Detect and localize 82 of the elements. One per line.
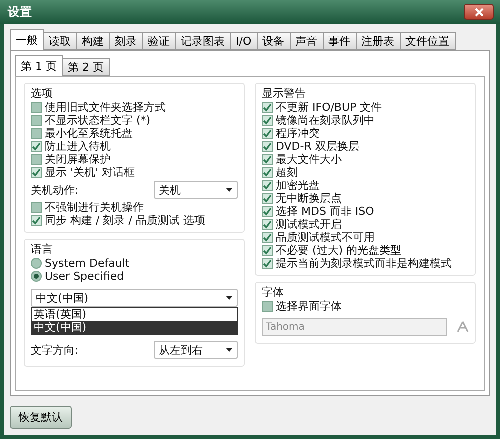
checkbox-label: 最小化至系统托盘 <box>45 126 133 141</box>
caret-icon <box>226 296 233 300</box>
close-icon <box>474 8 484 16</box>
checkbox-label: 提示当前为刻录模式而非是构建模式 <box>276 256 452 271</box>
tab[interactable]: 验证 <box>142 32 176 50</box>
field-label: 关机动作: <box>31 182 79 198</box>
close-button[interactable] <box>464 4 494 20</box>
direction-dropdown[interactable]: 从左到右 <box>154 341 238 359</box>
caret-icon <box>226 348 233 352</box>
checkbox[interactable] <box>262 154 273 165</box>
tab[interactable]: 第 2 页 <box>62 58 110 76</box>
language-dropdown[interactable]: 中文(中国) <box>31 289 238 307</box>
checkbox-label: 防止进入待机 <box>45 139 111 154</box>
checkbox-label: 选择 MDS 而非 ISO <box>276 204 374 218</box>
checkbox-label: 品质测试模式不可用 <box>276 230 375 244</box>
checkbox[interactable] <box>262 245 273 256</box>
field-label: 文字方向: <box>31 342 79 358</box>
tab[interactable]: 注册表 <box>356 32 401 50</box>
checkbox-label: 加密光盘 <box>276 178 320 193</box>
checkbox[interactable] <box>262 180 273 191</box>
checkbox-label: 使用旧式文件夹选择方式 <box>45 100 166 114</box>
checkbox-label: 不必要 (过大) 的光盘类型 <box>276 243 402 258</box>
tab[interactable]: 刻录 <box>109 32 143 50</box>
tab[interactable]: 事件 <box>322 32 357 50</box>
radio-label: User Specified <box>45 270 124 283</box>
radio-button[interactable] <box>31 258 42 269</box>
checkbox-label: 同步 构建 / 刻录 / 品质测试 选项 <box>45 213 206 228</box>
checkbox[interactable] <box>31 128 42 139</box>
checkbox-label: 关闭屏幕保护 <box>45 152 111 166</box>
checkbox[interactable] <box>31 202 42 213</box>
checkbox-label: 程序冲突 <box>276 126 320 141</box>
restore-defaults-button[interactable]: 恢复默认 <box>10 406 72 429</box>
checkbox-label: 不强制进行关机操作 <box>45 200 144 214</box>
tab[interactable]: 设备 <box>256 32 291 50</box>
checkbox-label: 选择界面字体 <box>276 299 342 314</box>
group-title: 语言 <box>31 242 54 257</box>
radio-label: System Default <box>45 257 130 270</box>
tab[interactable]: 声音 <box>290 32 324 50</box>
checkbox-label: 不显示状态栏文字 (*) <box>45 113 151 128</box>
tab[interactable]: 第 1 页 <box>15 55 63 76</box>
checkbox[interactable] <box>31 115 42 126</box>
checkbox-label: 镜像尚在刻录队列中 <box>276 113 375 128</box>
checkbox[interactable] <box>262 219 273 230</box>
checkbox[interactable] <box>262 167 273 178</box>
checkbox[interactable] <box>31 141 42 152</box>
checkmark-icon <box>32 168 41 177</box>
checkbox-label: 显示 '关机' 对话框 <box>45 165 136 180</box>
shutdown-dropdown[interactable]: 关机 <box>154 181 238 199</box>
dropdown-option[interactable]: 中文(中国) <box>32 321 237 334</box>
checkbox[interactable] <box>262 206 273 217</box>
checkbox[interactable] <box>262 102 273 113</box>
checkbox[interactable] <box>31 215 42 226</box>
checkbox[interactable] <box>262 141 273 152</box>
checkbox-label: 无中断换层点 <box>276 191 342 206</box>
font-icon[interactable] <box>457 321 469 333</box>
group-title: 字体 <box>262 285 285 300</box>
checkmark-icon <box>32 142 41 151</box>
checkbox[interactable] <box>31 154 42 165</box>
tab[interactable]: I/O <box>230 32 258 50</box>
group-title: 选项 <box>31 86 54 101</box>
checkbox-label: 最大文件大小 <box>276 152 342 166</box>
radio-button[interactable] <box>31 271 42 282</box>
checkbox-label: 超刻 <box>276 165 298 180</box>
checkbox-label: 不更新 IFO/BUP 文件 <box>276 100 382 114</box>
tab[interactable]: 一般 <box>10 29 44 50</box>
tab[interactable]: 记录图表 <box>175 32 231 50</box>
checkbox-label: DVD-R 双层换层 <box>276 139 360 154</box>
checkbox[interactable] <box>262 258 273 269</box>
tab[interactable]: 读取 <box>43 32 77 50</box>
checkmark-icon <box>32 216 41 225</box>
checkbox[interactable] <box>262 232 273 243</box>
checkbox[interactable] <box>262 193 273 204</box>
checkbox-label: 测试模式开启 <box>276 217 342 232</box>
tab[interactable]: 构建 <box>76 32 110 50</box>
checkbox[interactable] <box>31 167 42 178</box>
group-title: 显示警告 <box>262 86 307 101</box>
checkbox[interactable] <box>262 115 273 126</box>
window-title: 设置 <box>8 4 32 20</box>
checkbox[interactable] <box>262 128 273 139</box>
checkbox[interactable] <box>31 102 42 113</box>
caret-icon <box>226 188 233 192</box>
tab[interactable]: 文件位置 <box>400 32 456 50</box>
